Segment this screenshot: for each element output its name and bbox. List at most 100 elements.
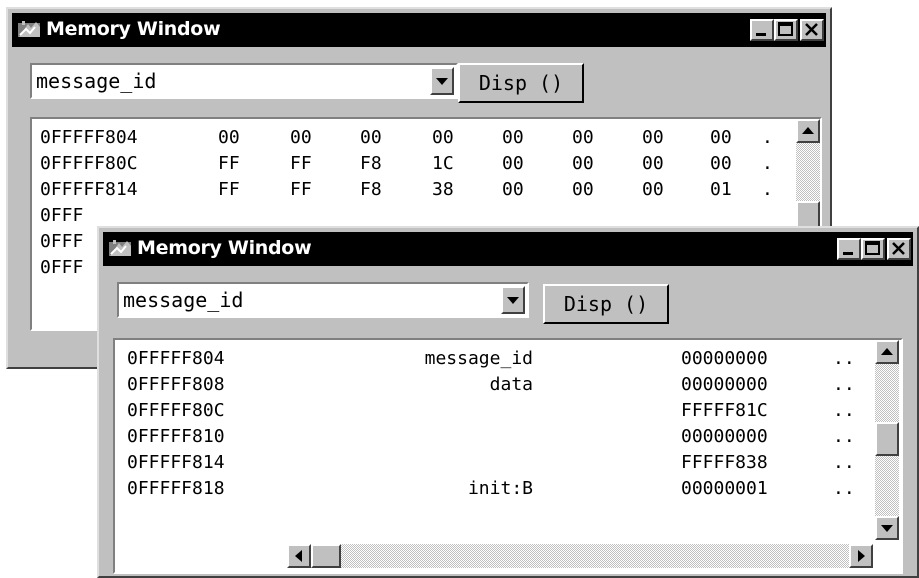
byte-cell: 00 <box>432 127 454 148</box>
byte-cell: FF <box>290 153 312 174</box>
ascii-cell: .. <box>833 452 855 473</box>
maximize-button[interactable] <box>774 19 798 41</box>
memory-word-list[interactable]: 0FFFFF804 message_id 00000000 .. 0FFFFF8… <box>113 338 903 574</box>
symbol-combo[interactable]: message_id <box>117 282 529 318</box>
ascii-cell: . <box>762 153 773 174</box>
symbol-cell: init:B <box>467 478 533 499</box>
byte-cell: 00 <box>710 153 732 174</box>
byte-cell: 00 <box>642 179 664 200</box>
byte-cell: FF <box>218 153 240 174</box>
memory-row: 0FFFFF818 init:B 00000001 .. <box>115 476 875 502</box>
scroll-up-button[interactable] <box>796 119 820 143</box>
ascii-cell: .. <box>833 426 855 447</box>
value-cell: FFFFF81C <box>681 400 768 421</box>
value-cell: 00000000 <box>681 374 768 395</box>
value-cell: 00000001 <box>681 478 768 499</box>
ascii-cell: .. <box>833 400 855 421</box>
memory-row: 0FFFFF808 data 00000000 .. <box>115 372 875 398</box>
byte-cell: 38 <box>432 179 454 200</box>
scroll-up-icon <box>881 348 893 355</box>
byte-cell: 00 <box>572 127 594 148</box>
byte-cell: 01 <box>710 179 732 200</box>
scroll-right-icon <box>858 550 865 562</box>
vertical-scrollbar[interactable] <box>875 340 899 540</box>
byte-cell: 00 <box>710 127 732 148</box>
symbol-input[interactable]: message_id <box>123 288 243 312</box>
byte-cell: 00 <box>572 153 594 174</box>
address-cell: 0FFF <box>40 205 84 226</box>
ascii-cell: . <box>762 127 773 148</box>
byte-cell: 00 <box>290 127 312 148</box>
app-icon[interactable] <box>16 19 42 41</box>
byte-cell: F8 <box>360 179 382 200</box>
address-cell: 0FFFFF80C <box>127 400 225 421</box>
scroll-thumb[interactable] <box>875 422 899 456</box>
value-cell: 00000000 <box>681 426 768 447</box>
memory-row: 0FFFFF814 FF FF F8 38 00 00 00 01 . <box>32 177 792 203</box>
address-cell: 0FFFFF804 <box>40 127 138 148</box>
maximize-icon <box>778 22 793 36</box>
horizontal-scroll-thumb[interactable] <box>311 544 341 568</box>
back-title-bar[interactable]: Memory Window <box>12 13 826 47</box>
close-button[interactable] <box>800 19 824 41</box>
scroll-down-button[interactable] <box>875 516 899 540</box>
value-cell: 00000000 <box>681 348 768 369</box>
maximize-button[interactable] <box>861 238 885 260</box>
dropdown-arrow-icon <box>436 78 448 85</box>
byte-cell: FF <box>290 179 312 200</box>
symbol-input[interactable]: message_id <box>36 69 156 93</box>
window-title: Memory Window <box>137 237 312 259</box>
minimize-button[interactable] <box>837 238 861 260</box>
front-memory-window: Memory Window message_id Disp () 0FFFFF8… <box>97 226 919 578</box>
symbol-combo[interactable]: message_id <box>30 63 458 99</box>
close-icon <box>892 242 905 255</box>
ascii-cell: . <box>762 179 773 200</box>
ascii-cell: .. <box>833 478 855 499</box>
horizontal-scrollbar[interactable] <box>287 544 873 568</box>
close-button[interactable] <box>887 238 911 260</box>
byte-cell: 00 <box>642 127 664 148</box>
byte-cell: FF <box>218 179 240 200</box>
ascii-cell: .. <box>833 348 855 369</box>
address-cell: 0FFFFF814 <box>40 179 138 200</box>
byte-cell: 00 <box>360 127 382 148</box>
app-icon[interactable] <box>107 238 133 260</box>
maximize-icon <box>865 241 880 255</box>
scroll-up-button[interactable] <box>875 340 899 364</box>
byte-cell: F8 <box>360 153 382 174</box>
symbol-cell: message_id <box>424 348 533 369</box>
memory-row: 0FFFFF810 00000000 .. <box>115 424 875 450</box>
memory-row: 0FFFFF804 00 00 00 00 00 00 00 00 . <box>32 125 792 151</box>
memory-row: 0FFFFF804 message_id 00000000 .. <box>115 346 875 372</box>
dropdown-button[interactable] <box>501 286 525 314</box>
memory-row: 0FFFFF814 FFFFF838 .. <box>115 450 875 476</box>
value-cell: FFFFF838 <box>681 452 768 473</box>
address-cell: 0FFFFF808 <box>127 374 225 395</box>
minimize-icon <box>843 252 853 255</box>
address-cell: 0FFF <box>40 257 84 278</box>
scroll-left-icon <box>295 550 302 562</box>
byte-cell: 00 <box>642 153 664 174</box>
symbol-cell: data <box>489 374 533 395</box>
scroll-right-button[interactable] <box>849 544 873 568</box>
scroll-down-icon <box>881 525 893 532</box>
scroll-up-icon <box>802 127 814 134</box>
disp-button[interactable]: Disp () <box>458 63 584 103</box>
front-title-bar[interactable]: Memory Window <box>103 232 913 266</box>
dropdown-arrow-icon <box>507 297 519 304</box>
dropdown-button[interactable] <box>430 67 454 95</box>
address-cell: 0FFFFF804 <box>127 348 225 369</box>
byte-cell: 00 <box>502 127 524 148</box>
byte-cell: 00 <box>572 179 594 200</box>
close-icon <box>805 23 818 36</box>
address-cell: 0FFF <box>40 231 84 252</box>
address-cell: 0FFFFF80C <box>40 153 138 174</box>
address-cell: 0FFFFF810 <box>127 426 225 447</box>
address-cell: 0FFFFF818 <box>127 478 225 499</box>
ascii-cell: .. <box>833 374 855 395</box>
memory-row: 0FFFFF80C FF FF F8 1C 00 00 00 00 . <box>32 151 792 177</box>
scroll-left-button[interactable] <box>287 544 311 568</box>
byte-cell: 00 <box>502 179 524 200</box>
disp-button[interactable]: Disp () <box>543 284 669 324</box>
minimize-button[interactable] <box>750 19 774 41</box>
